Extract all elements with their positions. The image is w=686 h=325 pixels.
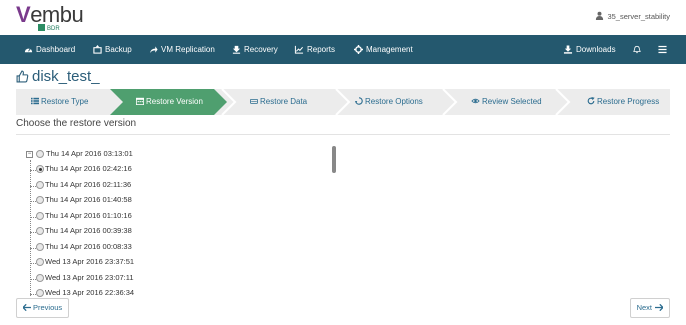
- brand-bar: Vembu BDR 35_server_stability: [0, 0, 686, 35]
- version-label: Thu 14 Apr 2016 01:10:16: [45, 210, 132, 220]
- nav-dashboard[interactable]: Dashboard: [24, 35, 75, 64]
- version-radio[interactable]: [36, 289, 44, 297]
- user-name: 35_server_stability: [607, 12, 670, 21]
- version-label: Thu 14 Apr 2016 01:40:58: [45, 195, 132, 204]
- tree-root[interactable]: − Thu 14 Apr 2016 03:13:01: [16, 148, 336, 163]
- dashboard-icon: [24, 48, 33, 53]
- version-radio[interactable]: [36, 227, 44, 235]
- user-menu[interactable]: 35_server_stability: [595, 11, 670, 21]
- version-tree: − Thu 14 Apr 2016 03:13:01 Thu 14 Apr 20…: [16, 144, 337, 297]
- recovery-icon: [232, 45, 241, 54]
- calendar-icon: [136, 97, 144, 105]
- eye-icon: [471, 98, 480, 104]
- version-item[interactable]: Thu 14 Apr 2016 00:39:38: [16, 225, 336, 240]
- version-radio[interactable]: [36, 273, 44, 282]
- arrow-right-icon: [655, 303, 664, 312]
- gear-icon: [354, 45, 363, 54]
- collapse-icon[interactable]: −: [26, 151, 33, 158]
- version-radio[interactable]: [36, 165, 44, 173]
- version-label: Thu 14 Apr 2016 00:39:38: [45, 226, 132, 235]
- step-restore-type[interactable]: Restore Type: [31, 89, 88, 115]
- recycle-icon: [355, 97, 363, 105]
- version-label: Thu 14 Apr 2016 02:42:16: [45, 164, 132, 173]
- nav-reports[interactable]: Reports: [294, 35, 335, 64]
- version-radio[interactable]: [36, 211, 44, 220]
- nav-vm-replication[interactable]: VM Replication: [149, 35, 215, 64]
- line-chart-icon: [294, 45, 304, 54]
- menu-icon: [658, 45, 667, 54]
- step-review-selected[interactable]: Review Selected: [471, 89, 542, 115]
- previous-button[interactable]: Previous: [16, 298, 70, 318]
- version-radio[interactable]: [36, 242, 44, 251]
- version-item[interactable]: Wed 13 Apr 2016 23:37:51: [16, 256, 336, 271]
- step-restore-progress[interactable]: Restore Progress: [587, 89, 659, 115]
- version-item[interactable]: Thu 14 Apr 2016 01:40:58: [16, 194, 336, 209]
- bdr-square-icon: [38, 24, 45, 31]
- version-label: Wed 13 Apr 2016 23:07:11: [45, 272, 134, 282]
- step-restore-version[interactable]: Restore Version: [136, 89, 203, 115]
- step-restore-options[interactable]: Restore Options: [355, 89, 423, 115]
- brand-product: BDR: [47, 26, 60, 32]
- version-radio[interactable]: [36, 258, 44, 266]
- nav-downloads[interactable]: Downloads: [563, 35, 616, 64]
- share-icon: [149, 46, 158, 54]
- refresh-icon: [587, 97, 595, 105]
- version-label: Wed 13 Apr 2016 22:36:34: [45, 288, 135, 297]
- version-item[interactable]: Thu 14 Apr 2016 00:08:33: [16, 241, 336, 256]
- hamburger-menu[interactable]: [658, 35, 670, 64]
- arrow-left-icon: [22, 303, 31, 312]
- version-item[interactable]: Thu 14 Apr 2016 02:11:36: [16, 179, 336, 194]
- backup-icon: [93, 45, 102, 54]
- version-item[interactable]: Thu 14 Apr 2016 01:10:16: [16, 210, 336, 225]
- main-nav: Dashboard Backup VM Replication Recovery…: [0, 35, 686, 64]
- divider: [16, 134, 670, 135]
- vembu-logo[interactable]: Vembu BDR: [16, 2, 84, 33]
- user-icon: [596, 11, 604, 20]
- version-label: Thu 14 Apr 2016 00:08:33: [45, 241, 132, 251]
- bell-icon: [633, 45, 641, 54]
- logo-v-icon: V: [16, 2, 31, 27]
- page-title: disk_test_: [16, 68, 100, 85]
- notifications-bell[interactable]: [633, 35, 644, 64]
- wizard-steps: Restore Type Restore Version Restore Dat…: [16, 89, 670, 115]
- version-item[interactable]: Wed 13 Apr 2016 23:07:11: [16, 272, 336, 287]
- list-icon: [31, 97, 39, 105]
- download-icon: [563, 45, 573, 54]
- nav-recovery[interactable]: Recovery: [232, 35, 278, 64]
- version-radio[interactable]: [36, 180, 44, 189]
- next-button[interactable]: Next: [629, 298, 670, 318]
- version-radio[interactable]: [36, 196, 44, 204]
- version-item[interactable]: Thu 14 Apr 2016 02:42:16: [16, 163, 336, 178]
- hdd-icon: [250, 99, 258, 104]
- tree-scrollbar[interactable]: [332, 146, 336, 173]
- version-label: Wed 13 Apr 2016 23:37:51: [45, 257, 135, 266]
- version-radio[interactable]: [36, 150, 44, 158]
- active-step-chevron: [110, 89, 571, 115]
- version-item[interactable]: Wed 13 Apr 2016 22:36:34: [16, 287, 336, 297]
- thumbs-up-icon: [16, 70, 29, 83]
- nav-backup[interactable]: Backup: [93, 35, 132, 64]
- version-label: Thu 14 Apr 2016 02:11:36: [45, 179, 132, 189]
- step-restore-data[interactable]: Restore Data: [250, 89, 307, 115]
- section-label: Choose the restore version: [16, 118, 137, 129]
- nav-management[interactable]: Management: [354, 35, 413, 64]
